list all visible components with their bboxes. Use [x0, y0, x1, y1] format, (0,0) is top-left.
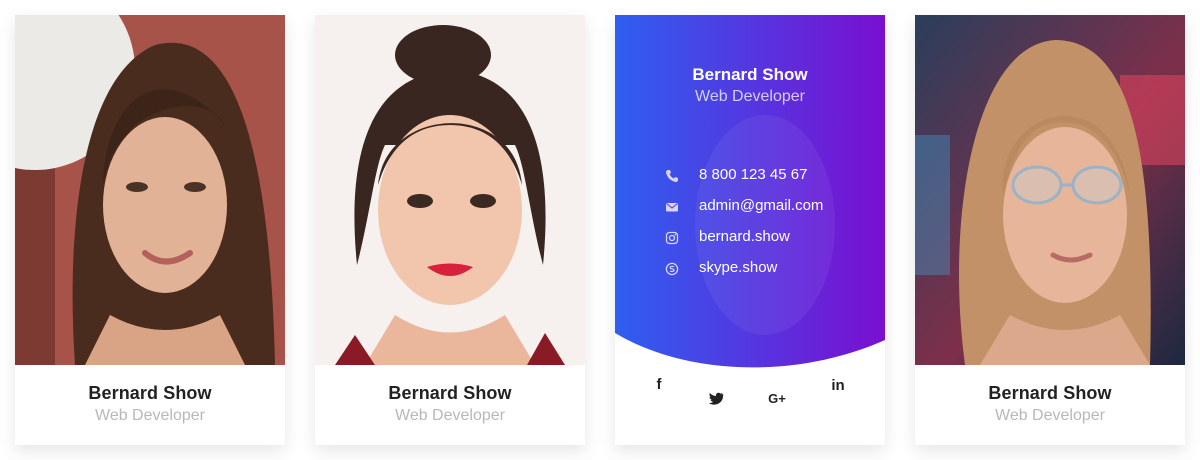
team-card-1[interactable]: Bernard Show Web Developer [15, 15, 285, 445]
linkedin-link[interactable]: in [827, 375, 849, 397]
contact-skype[interactable]: skype.show [665, 258, 875, 280]
member-info: Bernard Show Web Developer [915, 365, 1185, 445]
member-info: Bernard Show Web Developer [15, 365, 285, 445]
contact-phone-text: 8 800 123 45 67 [699, 166, 808, 183]
member-name: Bernard Show [388, 383, 512, 403]
contact-email[interactable]: admin@gmail.com [665, 196, 875, 218]
google-plus-link[interactable]: G+ [766, 388, 788, 410]
facebook-icon: f [656, 376, 662, 393]
instagram-icon [665, 231, 679, 245]
phone-icon [666, 170, 678, 182]
contact-email-text: admin@gmail.com [699, 197, 824, 214]
google-plus-icon: G+ [768, 391, 786, 406]
member-name: Bernard Show [988, 383, 1112, 403]
member-role: Web Developer [95, 407, 205, 424]
twitter-icon [708, 392, 724, 405]
team-card-2[interactable]: Bernard Show Web Developer [315, 15, 585, 445]
linkedin-icon: in [831, 377, 845, 394]
member-role: Web Developer [395, 407, 505, 424]
member-name: Bernard Show [692, 65, 808, 84]
contact-skype-text: skype.show [699, 259, 778, 276]
contact-instagram[interactable]: bernard.show [665, 227, 875, 249]
contact-phone[interactable]: 8 800 123 45 67 [665, 165, 875, 187]
team-card-featured[interactable]: Bernard Show Web Developer 8 800 123 45 … [615, 15, 885, 445]
member-name: Bernard Show [88, 383, 212, 403]
member-role: Web Developer [995, 407, 1105, 424]
member-info: Bernard Show Web Developer [315, 365, 585, 445]
email-icon [666, 203, 678, 212]
facebook-link[interactable]: f [648, 374, 670, 396]
team-member-photo [315, 15, 585, 365]
team-member-photo [915, 15, 1185, 365]
portrait-image [915, 15, 1185, 365]
portrait-image [315, 15, 585, 365]
contact-instagram-text: bernard.show [699, 228, 790, 245]
skype-icon [665, 262, 679, 276]
portrait-image [15, 15, 285, 365]
member-role: Web Developer [695, 88, 805, 105]
team-member-photo [15, 15, 285, 365]
team-card-4[interactable]: Bernard Show Web Developer [915, 15, 1185, 445]
twitter-link[interactable] [705, 387, 727, 409]
